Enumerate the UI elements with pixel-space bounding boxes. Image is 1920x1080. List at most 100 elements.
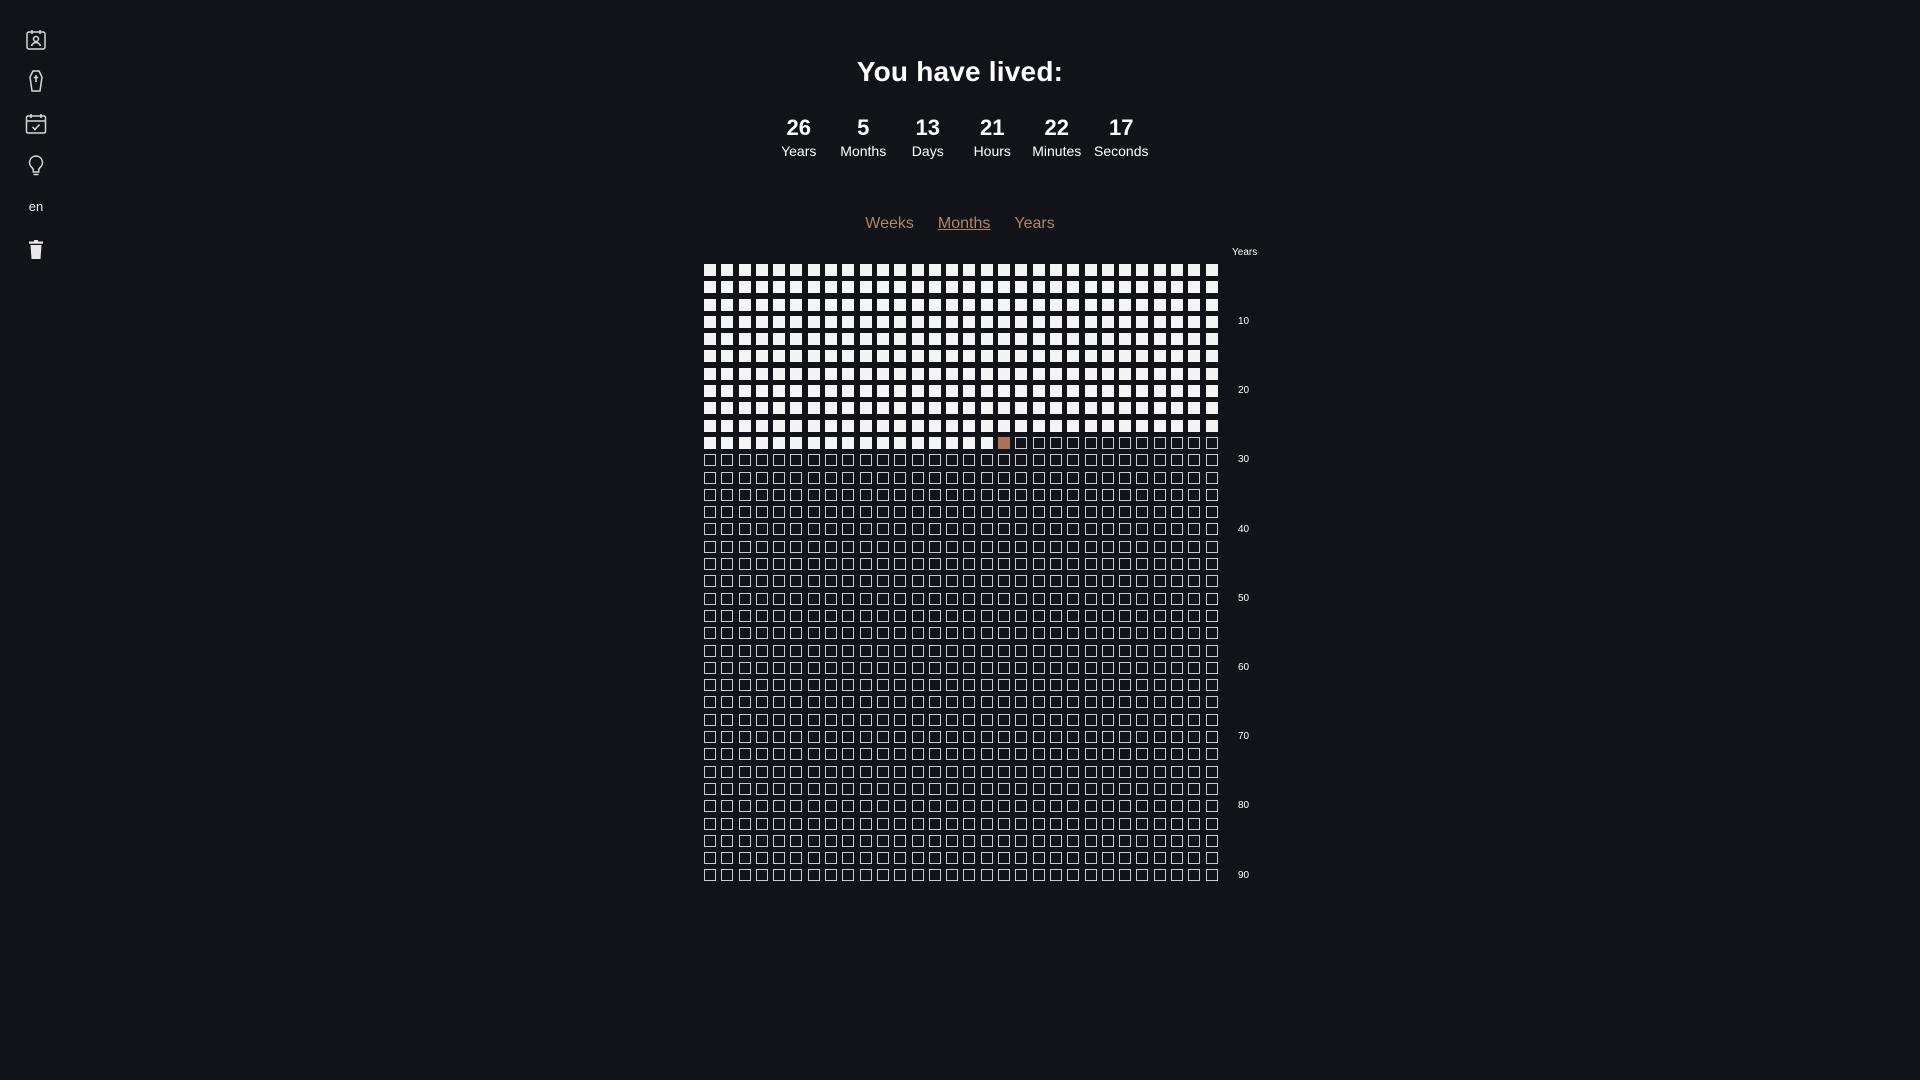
month-cell-future [876, 834, 889, 847]
month-cell-lived [704, 298, 716, 311]
month-cell-future [738, 558, 751, 571]
month-cell-lived [1049, 281, 1062, 294]
month-cell-future [1188, 454, 1201, 467]
month-cell-future [894, 523, 907, 536]
month-cell-future [842, 834, 855, 847]
month-cell-future [842, 644, 855, 657]
month-cell-future [1067, 696, 1080, 709]
grid-row-label: 90 [1238, 869, 1250, 881]
month-cell-lived [928, 298, 941, 311]
month-cell-future [842, 592, 855, 605]
month-cell-future [738, 575, 751, 588]
profile-calendar-icon[interactable] [20, 24, 52, 56]
month-cell-future [773, 817, 786, 830]
month-cell-lived [1171, 333, 1184, 346]
month-cell-future [1032, 834, 1045, 847]
month-cell-future [980, 869, 993, 882]
tab-months[interactable]: Months [938, 215, 990, 233]
month-cell-future [963, 834, 976, 847]
trash-icon[interactable] [20, 234, 52, 266]
month-cell-lived [721, 298, 734, 311]
month-cell-future [1188, 852, 1201, 865]
month-cell-future [946, 713, 959, 726]
month-cell-future [1049, 592, 1062, 605]
month-cell-future [773, 661, 786, 674]
month-cell-future [721, 782, 734, 795]
month-cell-future [1084, 644, 1097, 657]
lived-counters: 26 Years 5 Months 13 Days 21 Hours 22 Mi… [0, 114, 1920, 160]
month-cell-future [790, 748, 803, 761]
tab-years[interactable]: Years [1014, 215, 1054, 233]
month-cell-lived [1015, 350, 1028, 363]
month-cell-future [1067, 817, 1080, 830]
month-cell-future [1084, 575, 1097, 588]
month-cell-lived [1032, 385, 1045, 398]
month-cell-lived [946, 298, 959, 311]
month-cell-future [1015, 679, 1028, 692]
month-cell-lived [842, 264, 855, 276]
month-cell-future [963, 679, 976, 692]
month-cell-future [738, 713, 751, 726]
month-cell-lived [1136, 264, 1149, 276]
month-cell-future [859, 454, 872, 467]
month-cell-lived [773, 402, 786, 415]
month-cell-future [911, 609, 924, 622]
month-cell-future [1015, 748, 1028, 761]
month-cell-lived [807, 281, 820, 294]
month-cell-lived [1049, 333, 1062, 346]
month-cell-future [790, 627, 803, 640]
month-cell-lived [1205, 385, 1218, 398]
month-cell-lived [859, 385, 872, 398]
month-cell-future [1084, 523, 1097, 536]
month-cell-future [1188, 782, 1201, 795]
month-cell-future [755, 800, 768, 813]
month-cell-lived [1171, 315, 1184, 328]
month-cell-future [755, 558, 768, 571]
month-cell-future [911, 765, 924, 778]
month-cell-lived [911, 419, 924, 432]
month-cell-future [1119, 661, 1132, 674]
month-cell-future [1153, 800, 1166, 813]
month-cell-future [1032, 627, 1045, 640]
month-cell-lived [980, 281, 993, 294]
month-cell-future [1084, 696, 1097, 709]
month-cell-lived [1188, 385, 1201, 398]
month-cell-future [773, 731, 786, 744]
month-cell-future [773, 540, 786, 553]
month-cell-future [1084, 454, 1097, 467]
grid-row-label: 50 [1238, 592, 1250, 604]
month-cell-lived [946, 436, 959, 449]
month-cell-lived [1015, 298, 1028, 311]
month-cell-lived [894, 298, 907, 311]
month-cell-lived [876, 333, 889, 346]
month-cell-future [825, 471, 838, 484]
month-cell-future [1101, 800, 1114, 813]
month-cell-lived [894, 367, 907, 380]
month-cell-future [738, 471, 751, 484]
month-cell-future [928, 627, 941, 640]
month-cell-future [1205, 540, 1218, 553]
month-cell-future [738, 523, 751, 536]
counter-label: Minutes [1032, 143, 1082, 159]
month-cell-lived [1188, 281, 1201, 294]
month-cell-future [1205, 575, 1218, 588]
month-cell-lived [738, 402, 751, 415]
month-cell-future [738, 782, 751, 795]
month-cell-future [1171, 852, 1184, 865]
month-cell-future [1101, 869, 1114, 882]
month-cell-future [876, 575, 889, 588]
tab-weeks[interactable]: Weeks [865, 215, 914, 233]
month-cell-future [1101, 540, 1114, 553]
month-cell-lived [1015, 419, 1028, 432]
month-cell-future [755, 506, 768, 519]
month-cell-future [1171, 454, 1184, 467]
month-cell-future [894, 609, 907, 622]
month-cell-future [1119, 609, 1132, 622]
month-cell-future [1171, 765, 1184, 778]
month-cell-lived [1188, 367, 1201, 380]
month-cell-future [1101, 834, 1114, 847]
month-cell-lived [963, 350, 976, 363]
month-cell-lived [1153, 350, 1166, 363]
month-cell-lived [1049, 298, 1062, 311]
month-cell-lived [807, 264, 820, 276]
